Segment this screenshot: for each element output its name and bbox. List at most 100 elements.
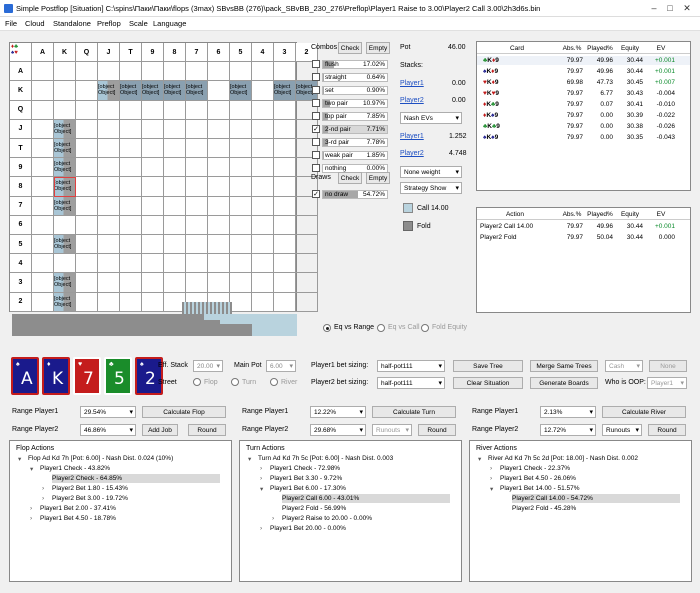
col-abs[interactable]: Abs.% (559, 211, 585, 218)
grid-row-header[interactable]: 6 (10, 215, 32, 235)
grid-cell[interactable] (120, 158, 142, 178)
fold-equity-radio[interactable] (421, 324, 429, 332)
weight-select[interactable]: None weight (400, 166, 462, 178)
grid-cell[interactable] (230, 235, 252, 255)
turn-range-p1-input[interactable]: 12.22% (310, 406, 366, 418)
tree-node[interactable]: Player2 Bet 1.80 - 15.43% (52, 485, 128, 492)
turn-round-button[interactable]: Round (418, 424, 456, 436)
turn-range-p2-input[interactable]: 29.68% (310, 424, 366, 436)
grid-cell[interactable] (186, 215, 208, 235)
add-job-button[interactable]: Add Job (142, 424, 178, 436)
card-table-row[interactable]: ♠K♦9 79.97 49.96 30.44 +0.001 (477, 67, 690, 76)
hand-cell-offsuit[interactable]: [object Object] (54, 292, 76, 312)
grid-cell[interactable] (164, 235, 186, 255)
tree-node[interactable]: Player2 Check - 64.85% (52, 475, 122, 482)
menu-language[interactable]: Language (153, 19, 186, 28)
menu-preflop[interactable]: Preflop (97, 19, 121, 28)
grid-row-header[interactable]: 5 (10, 235, 32, 255)
grid-cell[interactable] (230, 139, 252, 159)
grid-cell[interactable] (32, 292, 54, 312)
street-flop-radio[interactable] (193, 378, 201, 386)
grid-cell[interactable] (76, 119, 98, 139)
grid-cell[interactable] (142, 196, 164, 216)
minimize-icon[interactable]: – (648, 2, 660, 14)
grid-cell[interactable] (296, 292, 318, 312)
hand-cell-suited[interactable]: [object Object] (186, 81, 208, 101)
grid-col-header[interactable]: 5 (230, 43, 252, 63)
grid-col-header[interactable]: 8 (164, 43, 186, 63)
grid-col-header[interactable]: 6 (208, 43, 230, 63)
grid-cell[interactable] (32, 254, 54, 274)
grid-row-header[interactable]: 7 (10, 196, 32, 216)
river-range-p1-input[interactable]: 2.13% (540, 406, 596, 418)
grid-cell[interactable] (142, 177, 164, 197)
grid-cell[interactable] (252, 100, 274, 120)
grid-cell[interactable] (32, 235, 54, 255)
grid-cell[interactable] (120, 215, 142, 235)
tree-expand-icon[interactable]: › (260, 465, 262, 472)
grid-cell[interactable] (230, 119, 252, 139)
grid-cell[interactable] (252, 215, 274, 235)
col-played[interactable]: Played% (585, 211, 615, 218)
card-table-row[interactable]: ♦K♣9 79.97 0.07 30.41 -0.010 (477, 100, 690, 109)
grid-cell[interactable] (32, 273, 54, 293)
grid-cell[interactable] (32, 158, 54, 178)
tree-node[interactable]: Player2 Raise to 20.00 - 0.00% (282, 515, 372, 522)
combo-checkbox[interactable] (312, 60, 320, 68)
grid-cell[interactable] (208, 235, 230, 255)
tree-expand-icon[interactable]: › (260, 525, 262, 532)
grid-cell[interactable] (186, 273, 208, 293)
calculate-flop-button[interactable]: Calculate Flop (142, 406, 226, 418)
grid-cell[interactable] (164, 158, 186, 178)
player1-ev-link[interactable]: Player1 (400, 133, 424, 140)
combo-checkbox[interactable] (312, 138, 320, 146)
strategy-select[interactable]: Strategy Show (400, 182, 462, 194)
grid-cell[interactable] (208, 215, 230, 235)
save-tree-button[interactable]: Save Tree (453, 360, 523, 372)
grid-cell[interactable] (274, 62, 296, 82)
grid-col-header[interactable]: 3 (274, 43, 296, 63)
grid-cell[interactable] (32, 81, 54, 101)
grid-cell[interactable] (142, 139, 164, 159)
tree-node[interactable]: Player2 Call 6.00 - 43.01% (282, 495, 359, 502)
grid-cell[interactable] (274, 215, 296, 235)
grid-cell[interactable] (274, 292, 296, 312)
combos-check-button[interactable]: Check (338, 42, 362, 54)
grid-cell[interactable] (208, 62, 230, 82)
grid-cell[interactable] (230, 100, 252, 120)
col-abs[interactable]: Abs.% (559, 45, 585, 52)
grid-cell[interactable] (76, 177, 98, 197)
tree-expand-icon[interactable]: ▾ (478, 455, 481, 463)
range-grid[interactable]: ♦♣ ♠♥ A A K K Q Q J J T T 9 9 8 8 7 7 6 6 5 5 4 4 3 3 2 2 [object Ob… (9, 42, 318, 312)
hand-cell-suited[interactable]: [object Object] (98, 81, 120, 101)
grid-cell[interactable] (230, 158, 252, 178)
tree-node[interactable]: Flop Ad Kd 7h [Pot: 6.00] - Nash Dist. 0… (28, 455, 173, 462)
hand-cell-offsuit[interactable]: [object Object] (54, 158, 76, 178)
grid-cell[interactable] (120, 119, 142, 139)
board-card[interactable]: ♠ A (11, 357, 39, 395)
tree-node[interactable]: Player1 Check - 22.37% (500, 465, 570, 472)
grid-cell[interactable] (296, 235, 318, 255)
menu-file[interactable]: File (5, 19, 17, 28)
grid-cell[interactable] (252, 196, 274, 216)
turn-actions-panel[interactable]: Turn Actions ▾ Turn Ad Kd 7h 5c [Pot: 6.0… (239, 440, 462, 582)
grid-row-header[interactable]: Q (10, 100, 32, 120)
grid-cell[interactable] (54, 100, 76, 120)
grid-cell[interactable] (252, 273, 274, 293)
grid-row-header[interactable]: J (10, 119, 32, 139)
hand-cell-suited[interactable]: [object Object] (142, 81, 164, 101)
flop-range-p2-input[interactable]: 46.86% (80, 424, 136, 436)
grid-cell[interactable] (32, 196, 54, 216)
grid-cell[interactable] (186, 139, 208, 159)
menu-standalone[interactable]: Standalone (53, 19, 91, 28)
draws-check-button[interactable]: Check (338, 172, 362, 184)
grid-cell[interactable] (142, 273, 164, 293)
hand-cell-suited[interactable]: [object Object] (230, 81, 252, 101)
grid-cell[interactable] (274, 254, 296, 274)
tree-node[interactable]: Player2 Fold - 45.28% (512, 505, 576, 512)
tree-expand-icon[interactable]: › (30, 515, 32, 522)
grid-cell[interactable] (230, 196, 252, 216)
card-table-row[interactable]: ♠K♠9 79.97 0.00 30.35 -0.043 (477, 133, 690, 142)
tree-expand-icon[interactable]: ▾ (248, 455, 251, 463)
grid-cell[interactable] (296, 196, 318, 216)
